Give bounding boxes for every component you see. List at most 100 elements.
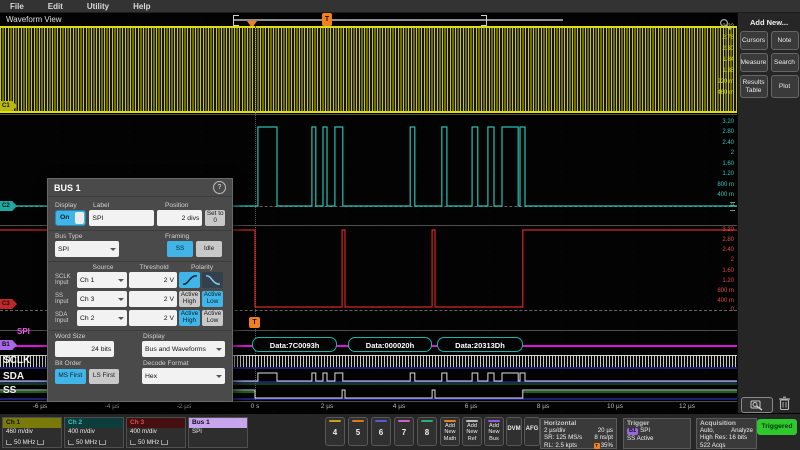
trash-icon[interactable] bbox=[778, 396, 791, 411]
add-label: Add New Ref bbox=[463, 423, 481, 442]
right-sidebar: Add New... CursorsNoteMeasureSearchResul… bbox=[737, 13, 800, 413]
label-input[interactable]: SPI bbox=[89, 210, 154, 226]
trigger-panel[interactable]: Trigger B1SPI SS Active bbox=[623, 418, 691, 449]
trigger-position-icon: T bbox=[594, 443, 600, 449]
decode-format-select[interactable]: Hex bbox=[142, 368, 225, 384]
coupling-icon bbox=[130, 440, 136, 445]
badge-bus1[interactable]: Bus 1 SPI bbox=[188, 417, 248, 448]
scale-label: 800 m bbox=[717, 182, 734, 188]
channel-4-button[interactable]: 4 bbox=[325, 417, 345, 446]
channel-number: 4 bbox=[326, 422, 344, 444]
add-color-bar bbox=[488, 420, 500, 422]
dvm-button[interactable]: DVM bbox=[506, 417, 522, 446]
display-mode-label: Display bbox=[143, 333, 165, 340]
set-to-zero-button[interactable]: Set to 0 bbox=[205, 210, 225, 226]
ss-active-high-button[interactable]: Active High bbox=[179, 291, 200, 307]
add-new-search-button[interactable]: Search bbox=[771, 53, 799, 72]
time-axis-label: 2 µs bbox=[314, 403, 340, 410]
scale-label: 3.20 bbox=[722, 119, 734, 125]
divider bbox=[48, 330, 232, 331]
position-input[interactable]: 2 divs bbox=[157, 210, 202, 226]
add-new-plot-button[interactable]: Plot bbox=[771, 75, 799, 98]
sclk-rising-edge-button[interactable] bbox=[179, 272, 200, 288]
ss-active-low-button[interactable]: Active Low bbox=[202, 291, 223, 307]
chevron-down-icon bbox=[118, 317, 124, 320]
coupling-icon bbox=[68, 440, 74, 445]
add-new-note-button[interactable]: Note bbox=[771, 31, 799, 50]
menu-file[interactable]: File bbox=[10, 2, 24, 11]
badge-bus1-header: Bus 1 bbox=[189, 418, 247, 428]
sclk-source-select[interactable]: Ch 1 bbox=[77, 272, 127, 288]
bus-type-select[interactable]: SPI bbox=[55, 241, 119, 257]
sda-threshold-input[interactable]: 2 V bbox=[129, 310, 177, 326]
chevron-down-icon bbox=[110, 248, 116, 251]
sda-active-high-button[interactable]: Active High bbox=[179, 310, 200, 326]
badge-ch1-scale: 460 m/div bbox=[3, 428, 61, 435]
trigger-level-marker[interactable]: T bbox=[249, 317, 260, 328]
time-axis-label: 6 µs bbox=[458, 403, 484, 410]
channel-5-button[interactable]: 5 bbox=[348, 417, 368, 446]
bus-spi-label: SPI bbox=[17, 327, 30, 336]
channel-8-button[interactable]: 8 bbox=[417, 417, 437, 446]
scale-label: 1.38 bbox=[722, 68, 734, 74]
toggle-knob bbox=[75, 212, 84, 224]
acquisition-panel[interactable]: Acquisition Auto,Analyze High Res: 16 bi… bbox=[696, 418, 757, 449]
polarity-col-label: Polarity bbox=[179, 264, 225, 271]
ls-first-button[interactable]: LS First bbox=[89, 369, 120, 384]
channel-7-button[interactable]: 7 bbox=[394, 417, 414, 446]
menu-help[interactable]: Help bbox=[133, 2, 150, 11]
zoom-mode-button[interactable] bbox=[741, 397, 773, 413]
add-new-results-table-button[interactable]: Results Table bbox=[740, 75, 768, 98]
sda-source-select[interactable]: Ch 2 bbox=[77, 310, 127, 326]
ms-first-button[interactable]: MS First bbox=[55, 369, 86, 384]
badge-ch1-header: Ch 1 bbox=[3, 418, 61, 428]
trigger-title: Trigger bbox=[627, 420, 687, 427]
sclk-falling-edge-button[interactable] bbox=[202, 272, 223, 288]
scale-label: 1.20 bbox=[722, 278, 734, 284]
bus-config-dialog: BUS 1 ? Display Label Position On SPI 2 … bbox=[47, 178, 233, 402]
add-color-bar bbox=[444, 420, 456, 422]
display-on-toggle[interactable]: On bbox=[55, 210, 86, 226]
chevron-down-icon bbox=[216, 348, 222, 351]
dialog-header[interactable]: BUS 1 ? bbox=[48, 179, 232, 197]
add-new-math-button[interactable]: Add New Math bbox=[440, 417, 460, 446]
oscilloscope-app: FileEditUtilityHelp Waveform View T SPI … bbox=[0, 0, 800, 450]
scale-label: 0 bbox=[731, 307, 734, 313]
badge-ch1[interactable]: Ch 1 460 m/div 50 MHz bbox=[2, 417, 62, 448]
badge-ch3[interactable]: Ch 3 400 m/div 50 MHz bbox=[126, 417, 186, 448]
display-mode-select[interactable]: Bus and Waveforms bbox=[142, 341, 225, 357]
decode-result-box[interactable]: Data:20313Dh bbox=[437, 337, 523, 352]
scale-label: 2.30 bbox=[722, 46, 734, 52]
decode-result-box[interactable]: Data:7C0093h bbox=[252, 337, 337, 352]
channel-number: 8 bbox=[418, 422, 436, 444]
badge-ch2-scale: 400 m/div bbox=[65, 428, 123, 435]
afg-button[interactable]: AFG bbox=[524, 417, 540, 446]
add-new-ref-button[interactable]: Add New Ref bbox=[462, 417, 482, 446]
time-axis-label: 10 µs bbox=[602, 403, 628, 410]
divider bbox=[48, 230, 232, 231]
menu-utility[interactable]: Utility bbox=[87, 2, 109, 11]
framing-ss-button[interactable]: SS bbox=[167, 241, 193, 257]
sclk-threshold-input[interactable]: 2 V bbox=[129, 272, 177, 288]
scale-label: 460 m bbox=[717, 90, 734, 96]
ss-source-select[interactable]: Ch 3 bbox=[77, 291, 127, 307]
sda-active-low-button[interactable]: Active Low bbox=[202, 310, 223, 326]
ss-threshold-input[interactable]: 2 V bbox=[129, 291, 177, 307]
falling-edge-icon bbox=[204, 274, 222, 286]
add-new-bus-button[interactable]: Add New Bus bbox=[484, 417, 504, 446]
decode-result-box[interactable]: Data:000020h bbox=[348, 337, 432, 352]
badge-ch3-header: Ch 3 bbox=[127, 418, 185, 428]
add-new-measure-button[interactable]: Measure bbox=[740, 53, 768, 72]
framing-idle-button[interactable]: Idle bbox=[196, 241, 222, 257]
word-size-input[interactable]: 24 bits bbox=[55, 341, 114, 357]
menu-edit[interactable]: Edit bbox=[48, 2, 63, 11]
channel-6-button[interactable]: 6 bbox=[371, 417, 391, 446]
channel-number: 6 bbox=[372, 422, 390, 444]
add-new-cursors-button[interactable]: Cursors bbox=[740, 31, 768, 50]
help-icon[interactable]: ? bbox=[213, 181, 226, 194]
horizontal-panel[interactable]: Horizontal 2 µs/div20 µs SR: 125 MS/s8 n… bbox=[540, 418, 617, 449]
sclk-input-label: SCLK Input bbox=[55, 274, 75, 287]
badge-ch2[interactable]: Ch 2 400 m/div 50 MHz bbox=[64, 417, 124, 448]
time-axis-label: 12 µs bbox=[674, 403, 700, 410]
position-label: Position bbox=[165, 202, 188, 209]
